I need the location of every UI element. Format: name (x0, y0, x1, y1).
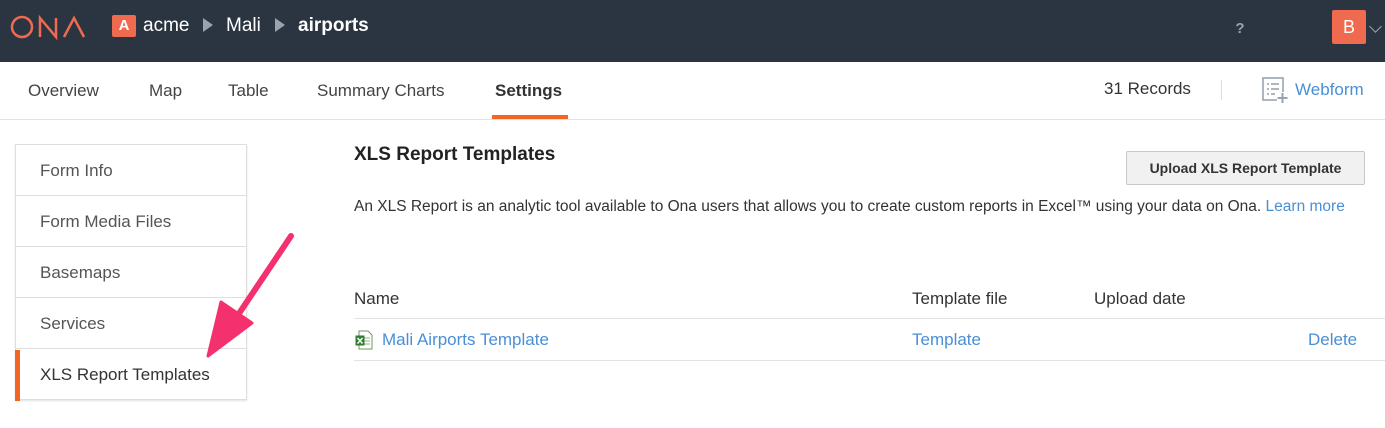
active-sidebar-indicator (15, 350, 20, 401)
settings-sidebar: Form Info Form Media Files Basemaps Serv… (15, 144, 247, 401)
active-tab-indicator (492, 115, 568, 119)
webform-link[interactable]: Webform (1295, 79, 1364, 101)
template-file-link[interactable]: Template (912, 329, 981, 351)
upload-xls-report-template-button[interactable]: Upload XLS Report Template (1126, 151, 1365, 185)
tab-map[interactable]: Map (149, 80, 182, 102)
delete-template-link[interactable]: Delete (1308, 329, 1357, 351)
tab-overview[interactable]: Overview (28, 80, 99, 102)
column-header-template-file: Template file (912, 289, 1008, 308)
triangle-right-icon (275, 18, 285, 32)
top-navbar: A acme Mali airports ? B (0, 0, 1385, 62)
help-button[interactable]: ? (1232, 20, 1248, 37)
excel-file-icon (355, 330, 373, 350)
user-avatar[interactable]: B (1332, 10, 1366, 44)
column-header-name: Name (354, 289, 400, 308)
sidebar-item-services[interactable]: Services (16, 298, 246, 349)
sidebar-item-basemaps[interactable]: Basemaps (16, 247, 246, 298)
description: An XLS Report is an analytic tool availa… (354, 196, 1364, 218)
webform-icon[interactable] (1261, 76, 1289, 104)
divider (1221, 80, 1222, 100)
org-badge[interactable]: A (112, 15, 136, 37)
tab-settings[interactable]: Settings (495, 80, 562, 102)
triangle-right-icon (203, 18, 213, 32)
template-name-link[interactable]: Mali Airports Template (382, 329, 549, 351)
table-divider (354, 360, 1385, 361)
breadcrumb-form[interactable]: airports (298, 14, 369, 38)
description-text: An XLS Report is an analytic tool availa… (354, 198, 1262, 215)
column-header-upload-date: Upload date (1094, 289, 1186, 308)
breadcrumb-org[interactable]: acme (143, 14, 189, 38)
tab-summary-charts[interactable]: Summary Charts (317, 80, 445, 102)
page-title: XLS Report Templates (354, 144, 556, 165)
chevron-down-icon[interactable] (1369, 20, 1382, 33)
table-divider (354, 318, 1385, 319)
form-tabs: Overview Map Table Summary Charts Settin… (0, 62, 1385, 120)
breadcrumb-project[interactable]: Mali (226, 14, 261, 38)
ona-logo[interactable] (10, 13, 88, 41)
tab-table[interactable]: Table (228, 80, 269, 102)
learn-more-link[interactable]: Learn more (1266, 198, 1345, 215)
sidebar-item-form-info[interactable]: Form Info (16, 145, 246, 196)
records-count: 31 Records (1104, 79, 1191, 98)
sidebar-item-form-media-files[interactable]: Form Media Files (16, 196, 246, 247)
sidebar-item-xls-report-templates[interactable]: XLS Report Templates (16, 349, 246, 400)
